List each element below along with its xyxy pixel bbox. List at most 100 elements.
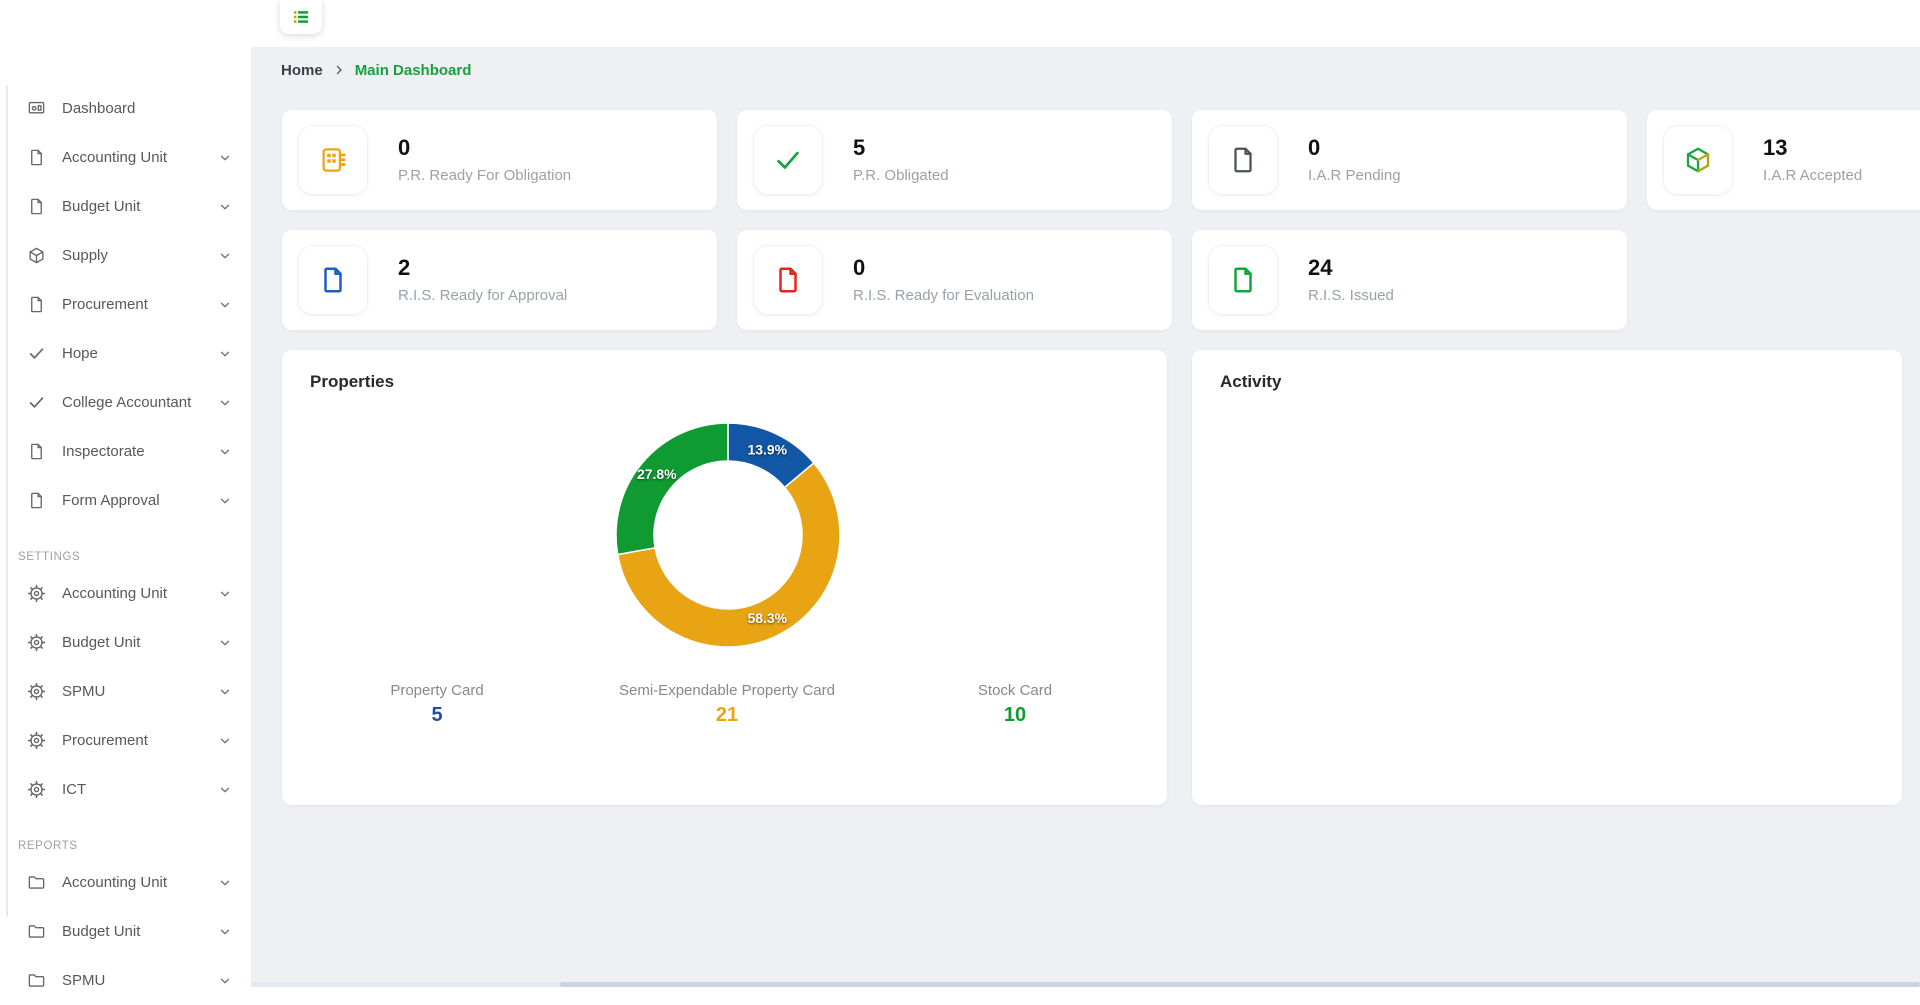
- check-icon: [27, 393, 46, 412]
- properties-donut-chart: 13.9% 58.3% 27.8%: [613, 420, 843, 650]
- stat-card-pr-ready-for-obligation: 0 P.R. Ready For Obligation: [282, 110, 717, 210]
- sidebar: Dashboard Accounting Unit Budget Unit: [0, 0, 251, 987]
- sidebar-item-college-accountant[interactable]: College Accountant: [0, 378, 251, 427]
- properties-panel-title: Properties: [310, 372, 394, 392]
- sidebar-item-settings-procurement[interactable]: Procurement: [0, 716, 251, 765]
- sidebar-section-reports: REPORTS: [0, 834, 251, 858]
- chevron-down-icon: [218, 636, 232, 650]
- sidebar-item-label: Supply: [62, 247, 108, 264]
- chevron-down-icon: [218, 974, 232, 988]
- sidebar-item-label: ICT: [62, 781, 86, 798]
- file-icon: [27, 491, 46, 510]
- chevron-right-icon: [333, 64, 345, 76]
- donut-slice-percent-label: 13.9%: [747, 441, 787, 457]
- sidebar-item-inspectorate[interactable]: Inspectorate: [0, 427, 251, 476]
- breadcrumb: Home Main Dashboard: [281, 47, 471, 93]
- stat-value: 13: [1763, 136, 1862, 160]
- chevron-down-icon: [218, 396, 232, 410]
- gear-icon: [27, 682, 46, 701]
- check-icon: [27, 344, 46, 363]
- sidebar-item-dashboard[interactable]: Dashboard: [0, 84, 251, 133]
- sidebar-item-settings-ict[interactable]: ICT: [0, 765, 251, 814]
- folder-icon: [27, 971, 46, 990]
- folder-icon: [27, 873, 46, 892]
- chevron-down-icon: [218, 587, 232, 601]
- stat-card-ris-issued: 24 R.I.S. Issued: [1192, 230, 1627, 330]
- sidebar-item-hope[interactable]: Hope: [0, 329, 251, 378]
- sidebar-item-reports-spmu[interactable]: SPMU: [0, 956, 251, 1005]
- folder-icon: [27, 922, 46, 941]
- donut-slice-percent-label: 58.3%: [747, 610, 787, 626]
- sidebar-item-label: Accounting Unit: [62, 585, 167, 602]
- sidebar-item-label: Form Approval: [62, 492, 160, 509]
- chevron-down-icon: [218, 151, 232, 165]
- stat-label: R.I.S. Ready for Evaluation: [853, 287, 1034, 304]
- sidebar-item-label: Accounting Unit: [62, 149, 167, 166]
- breadcrumb-home-link[interactable]: Home: [281, 62, 323, 79]
- legend-item-property-card: Property Card 5: [337, 682, 537, 727]
- document-icon: [1208, 125, 1278, 195]
- file-icon: [27, 295, 46, 314]
- sidebar-item-reports-accounting-unit[interactable]: Accounting Unit: [0, 858, 251, 907]
- stat-card-iar-accepted: 13 I.A.R Accepted: [1647, 110, 1920, 210]
- donut-slice: [616, 423, 728, 554]
- gear-icon: [27, 780, 46, 799]
- stat-label: I.A.R Pending: [1308, 167, 1401, 184]
- document-icon: [753, 245, 823, 315]
- chevron-down-icon: [218, 783, 232, 797]
- stat-card-ris-ready-for-approval: 2 R.I.S. Ready for Approval: [282, 230, 717, 330]
- properties-panel: Properties 13.9% 58.3% 27.8% Property Card…: [282, 350, 1167, 805]
- legend-value: 5: [337, 704, 537, 727]
- sidebar-item-label: Procurement: [62, 732, 148, 749]
- list-menu-icon: [291, 7, 311, 27]
- sidebar-item-label: Budget Unit: [62, 634, 140, 651]
- sidebar-section-settings: SETTINGS: [0, 545, 251, 569]
- file-icon: [27, 148, 46, 167]
- legend-item-semi-expendable-property-card: Semi-Expendable Property Card 21: [577, 682, 877, 727]
- box-icon: [27, 246, 46, 265]
- legend-label: Stock Card: [915, 682, 1115, 699]
- sidebar-item-procurement[interactable]: Procurement: [0, 280, 251, 329]
- sidebar-item-settings-spmu[interactable]: SPMU: [0, 667, 251, 716]
- legend-label: Property Card: [337, 682, 537, 699]
- stat-card-iar-pending: 0 I.A.R Pending: [1192, 110, 1627, 210]
- breadcrumb-current-page: Main Dashboard: [355, 62, 472, 79]
- stat-value: 2: [398, 256, 567, 280]
- donut-slice-percent-label: 27.8%: [637, 466, 677, 482]
- chevron-down-icon: [218, 925, 232, 939]
- sidebar-item-label: Budget Unit: [62, 198, 140, 215]
- stat-value: 0: [398, 136, 571, 160]
- stat-label: I.A.R Accepted: [1763, 167, 1862, 184]
- activity-panel: Activity: [1192, 350, 1902, 805]
- chevron-down-icon: [218, 445, 232, 459]
- sidebar-item-settings-accounting-unit[interactable]: Accounting Unit: [0, 569, 251, 618]
- sidebar-item-form-approval[interactable]: Form Approval: [0, 476, 251, 525]
- sidebar-item-budget-unit[interactable]: Budget Unit: [0, 182, 251, 231]
- stat-value: 0: [1308, 136, 1401, 160]
- sidebar-menu: Dashboard Accounting Unit Budget Unit: [0, 84, 251, 1005]
- sidebar-item-label: Dashboard: [62, 100, 135, 117]
- stat-label: R.I.S. Issued: [1308, 287, 1394, 304]
- stat-card-ris-ready-for-evaluation: 0 R.I.S. Ready for Evaluation: [737, 230, 1172, 330]
- legend-item-stock-card: Stock Card 10: [915, 682, 1115, 727]
- chevron-down-icon: [218, 249, 232, 263]
- sidebar-item-settings-budget-unit[interactable]: Budget Unit: [0, 618, 251, 667]
- chevron-down-icon: [218, 494, 232, 508]
- cube-icon: [1663, 125, 1733, 195]
- legend-label: Semi-Expendable Property Card: [577, 682, 877, 699]
- legend-value: 10: [915, 704, 1115, 727]
- chevron-down-icon: [218, 685, 232, 699]
- stat-card-pr-obligated: 5 P.R. Obligated: [737, 110, 1172, 210]
- chevron-down-icon: [218, 734, 232, 748]
- horizontal-scrollbar-thumb[interactable]: [560, 982, 1920, 987]
- sidebar-item-label: SPMU: [62, 683, 105, 700]
- stat-label: P.R. Obligated: [853, 167, 949, 184]
- sidebar-item-label: Budget Unit: [62, 923, 140, 940]
- gear-icon: [27, 731, 46, 750]
- gear-icon: [27, 584, 46, 603]
- sidebar-toggle-button[interactable]: [280, 0, 322, 34]
- sidebar-item-accounting-unit[interactable]: Accounting Unit: [0, 133, 251, 182]
- sidebar-item-reports-budget-unit[interactable]: Budget Unit: [0, 907, 251, 956]
- legend-value: 21: [577, 704, 877, 727]
- sidebar-item-supply[interactable]: Supply: [0, 231, 251, 280]
